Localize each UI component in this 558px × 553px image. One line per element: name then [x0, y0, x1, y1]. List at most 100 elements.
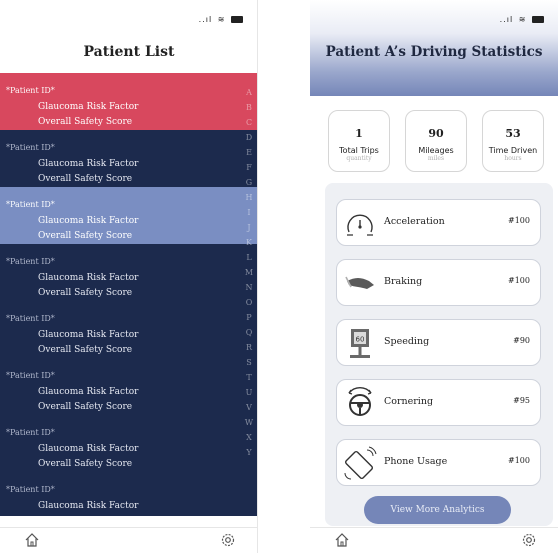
alphabet-index[interactable]: ABCDEFGHIJKLMNOPQRSTUVWXY [244, 85, 254, 460]
wifi-icon: ≋ [217, 15, 226, 24]
patient-row[interactable]: *Patient ID* Glaucoma Risk Factor Overal… [0, 301, 257, 358]
alphabet-letter[interactable]: Q [244, 325, 254, 340]
alphabet-letter[interactable]: A [244, 85, 254, 100]
patient-list: *Patient ID* Glaucoma Risk Factor Overal… [0, 73, 257, 516]
patient-row[interactable]: *Patient ID* Glaucoma Risk Factor Overal… [0, 415, 257, 472]
page-title: Patient List [83, 44, 175, 60]
alphabet-letter[interactable]: M [244, 265, 254, 280]
metric-value: #100 [508, 276, 530, 285]
patient-row[interactable]: *Patient ID* Glaucoma Risk Factor Overal… [0, 73, 257, 130]
alphabet-letter[interactable]: J [244, 220, 254, 235]
patient-row[interactable]: *Patient ID* Glaucoma Risk Factor Overal… [0, 187, 257, 244]
alphabet-letter[interactable]: S [244, 355, 254, 370]
glaucoma-risk-label: Glaucoma Risk Factor [38, 330, 139, 340]
alphabet-letter[interactable]: O [244, 295, 254, 310]
stat-card-total-trips: 1 Total Trips quantity [328, 110, 390, 172]
metric-value: #100 [508, 216, 530, 225]
safety-score-label: Overall Safety Score [38, 231, 133, 241]
metric-value: #90 [513, 336, 530, 345]
glaucoma-risk-label: Glaucoma Risk Factor [38, 501, 139, 511]
stat-unit: miles [427, 155, 445, 162]
alphabet-letter[interactable]: D [244, 130, 254, 145]
metrics-panel: Acceleration #100 Braking #100 60 Speedi… [325, 183, 553, 526]
alphabet-letter[interactable]: Y [244, 445, 254, 460]
alphabet-letter[interactable]: H [244, 190, 254, 205]
gear-icon[interactable] [520, 531, 538, 553]
patient-row[interactable]: *Patient ID* Glaucoma Risk Factor [0, 472, 257, 516]
metric-phone-usage[interactable]: Phone Usage #100 [336, 439, 541, 486]
patient-id: *Patient ID* [6, 143, 55, 152]
speed-limit-sign-icon: 60 [341, 325, 379, 361]
glaucoma-risk-label: Glaucoma Risk Factor [38, 444, 139, 454]
safety-score-label: Overall Safety Score [38, 117, 133, 127]
safety-score-label: Overall Safety Score [38, 174, 133, 184]
alphabet-letter[interactable]: L [244, 250, 254, 265]
signal-icon: ..ıl [198, 15, 213, 24]
glaucoma-risk-label: Glaucoma Risk Factor [38, 216, 139, 226]
alphabet-letter[interactable]: E [244, 145, 254, 160]
metric-acceleration[interactable]: Acceleration #100 [336, 199, 541, 246]
signal-icon: ..ıl [499, 15, 514, 24]
metric-braking[interactable]: Braking #100 [336, 259, 541, 306]
home-icon[interactable] [334, 532, 350, 552]
metric-value: #100 [508, 456, 530, 465]
metric-speeding[interactable]: 60 Speeding #90 [336, 319, 541, 366]
glaucoma-risk-label: Glaucoma Risk Factor [38, 387, 139, 397]
stat-unit: hours [504, 155, 522, 162]
metric-value: #95 [513, 396, 530, 405]
speedometer-icon [341, 205, 379, 241]
home-icon[interactable] [24, 532, 40, 552]
bottom-nav [0, 527, 257, 553]
alphabet-letter[interactable]: V [244, 400, 254, 415]
alphabet-letter[interactable]: W [244, 415, 254, 430]
alphabet-letter[interactable]: P [244, 310, 254, 325]
battery-icon [231, 16, 243, 23]
alphabet-letter[interactable]: F [244, 160, 254, 175]
safety-score-label: Overall Safety Score [38, 345, 133, 355]
alphabet-letter[interactable]: B [244, 100, 254, 115]
metric-cornering[interactable]: Cornering #95 [336, 379, 541, 426]
stat-unit: quantity [346, 155, 372, 162]
patient-list-screen: ..ıl ≋ Patient List *Patient ID* Glaucom… [0, 0, 258, 553]
alphabet-letter[interactable]: C [244, 115, 254, 130]
stat-label: Total Trips [339, 146, 379, 155]
patient-id: *Patient ID* [6, 257, 55, 266]
patient-row[interactable]: *Patient ID* Glaucoma Risk Factor Overal… [0, 358, 257, 415]
phone-icon [341, 445, 379, 481]
glaucoma-risk-label: Glaucoma Risk Factor [38, 102, 139, 112]
patient-row[interactable]: *Patient ID* Glaucoma Risk Factor Overal… [0, 244, 257, 301]
brake-pedal-icon [341, 265, 379, 301]
alphabet-letter[interactable]: T [244, 370, 254, 385]
alphabet-letter[interactable]: U [244, 385, 254, 400]
glaucoma-risk-label: Glaucoma Risk Factor [38, 159, 139, 169]
patient-id: *Patient ID* [6, 200, 55, 209]
alphabet-letter[interactable]: K [244, 235, 254, 250]
alphabet-letter[interactable]: X [244, 430, 254, 445]
status-bar: ..ıl ≋ [500, 15, 544, 24]
driving-statistics-screen: ..ıl ≋ Patient A’s Driving Statistics 1 … [310, 0, 558, 553]
alphabet-letter[interactable]: I [244, 205, 254, 220]
status-bar: ..ıl ≋ [199, 15, 243, 24]
metric-label: Acceleration [384, 216, 445, 227]
safety-score-label: Overall Safety Score [38, 459, 133, 469]
metric-label: Speeding [384, 336, 430, 347]
battery-icon [532, 16, 544, 23]
safety-score-label: Overall Safety Score [38, 402, 133, 412]
stat-value: 1 [355, 127, 363, 140]
glaucoma-risk-label: Glaucoma Risk Factor [38, 273, 139, 283]
patient-id: *Patient ID* [6, 428, 55, 437]
alphabet-letter[interactable]: G [244, 175, 254, 190]
stat-label: Time Driven [488, 146, 538, 155]
stat-value: 53 [505, 127, 521, 140]
alphabet-letter[interactable]: R [244, 340, 254, 355]
stat-label: Mileages [418, 146, 454, 155]
stat-value: 90 [428, 127, 444, 140]
patient-row[interactable]: *Patient ID* Glaucoma Risk Factor Overal… [0, 130, 257, 187]
gear-icon[interactable] [219, 531, 237, 553]
view-more-analytics-button[interactable]: View More Analytics [364, 496, 511, 524]
steering-wheel-icon [341, 385, 379, 421]
patient-id: *Patient ID* [6, 86, 55, 95]
alphabet-letter[interactable]: N [244, 280, 254, 295]
patient-id: *Patient ID* [6, 371, 55, 380]
speed-sign-value: 60 [356, 336, 365, 344]
